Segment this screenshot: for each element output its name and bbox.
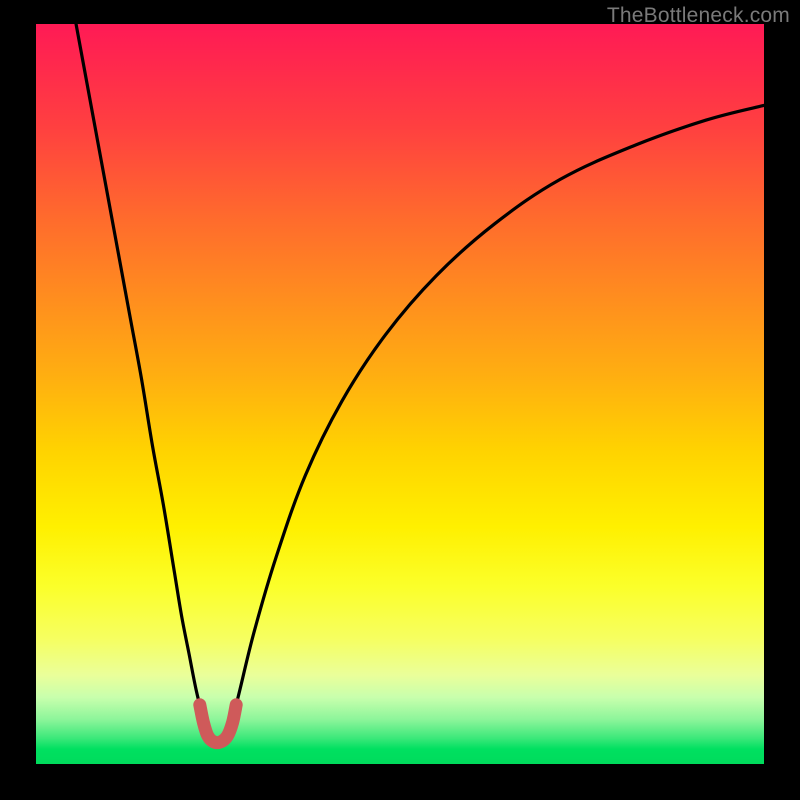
curve-layer — [36, 24, 764, 764]
chart-frame: TheBottleneck.com — [0, 0, 800, 800]
right-curve — [233, 105, 764, 719]
plot-area — [36, 24, 764, 764]
dip-marker-path — [200, 705, 236, 743]
left-curve — [76, 24, 203, 720]
